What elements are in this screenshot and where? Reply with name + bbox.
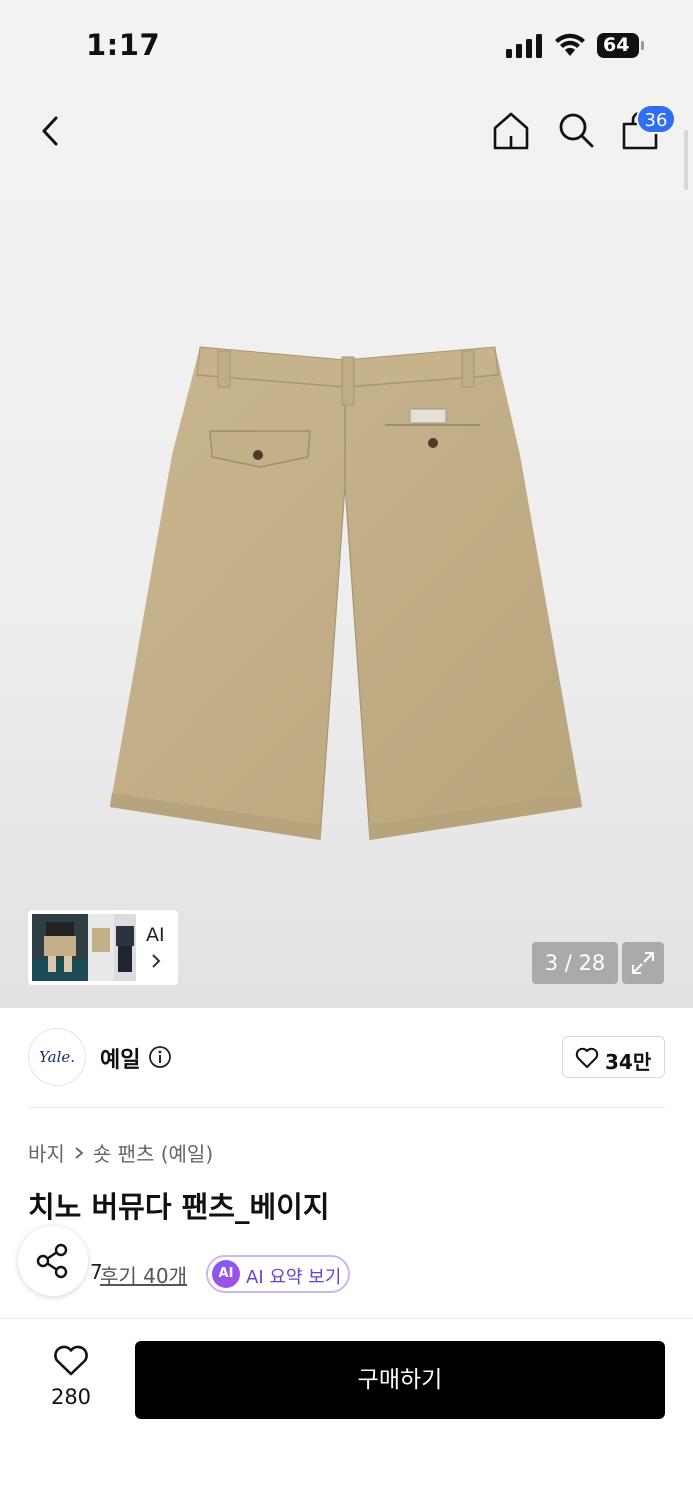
brand-logo[interactable]: Yale. — [28, 1028, 86, 1086]
brand-like-button[interactable]: 34만 — [562, 1036, 665, 1078]
chevron-right-icon — [75, 1146, 84, 1159]
expand-icon — [632, 952, 654, 974]
product-title: 치노 버뮤다 팬츠_베이지 — [28, 1190, 330, 1224]
cart-count-badge: 36 — [636, 104, 676, 134]
back-icon[interactable] — [34, 112, 68, 150]
search-icon[interactable] — [556, 110, 596, 150]
breadcrumb-category[interactable]: 바지 — [28, 1138, 65, 1167]
battery-icon: 64 — [597, 33, 645, 58]
cellular-signal-icon — [506, 34, 542, 58]
expand-button[interactable] — [622, 942, 664, 984]
review-count-link[interactable]: 후기 40개 — [100, 1260, 187, 1289]
share-icon — [36, 1243, 68, 1279]
wifi-icon — [555, 33, 585, 56]
buy-button[interactable]: 구매하기 — [135, 1341, 665, 1419]
bottom-action-bar: 280 구매하기 — [0, 1318, 693, 1500]
image-counter: 3 / 28 — [532, 942, 618, 984]
breadcrumb: 바지 숏 팬츠 (예일) — [28, 1138, 213, 1167]
top-nav — [0, 100, 693, 160]
ai-label: AI — [146, 924, 165, 946]
brand-like-count: 34만 — [605, 1050, 652, 1074]
styling-thumbnail — [32, 914, 136, 981]
ai-styling-card[interactable]: AI — [28, 910, 178, 985]
ai-badge-icon: AI — [212, 1260, 240, 1288]
info-icon[interactable] — [148, 1045, 172, 1069]
heart-icon — [54, 1345, 88, 1376]
product-gallery[interactable]: 1:17 64 36 AI 3 / 28 — [0, 0, 693, 1008]
ai-summary-button[interactable]: AI AI 요약 보기 — [206, 1255, 350, 1293]
brand-row: Yale. 예일 34만 — [0, 1008, 693, 1108]
status-bar: 1:17 64 — [0, 0, 693, 90]
divider — [28, 1107, 665, 1108]
home-icon[interactable] — [490, 110, 532, 152]
heart-icon — [575, 1047, 599, 1068]
status-time: 1:17 — [86, 28, 161, 62]
product-like-count: 280 — [50, 1385, 92, 1409]
product-image[interactable] — [100, 335, 590, 845]
breadcrumb-subcategory[interactable]: 숏 팬츠 (예일) — [93, 1138, 213, 1167]
battery-level: 64 — [603, 34, 630, 56]
share-button[interactable] — [18, 1226, 88, 1296]
chevron-right-icon — [152, 954, 161, 968]
brand-name[interactable]: 예일 — [100, 1042, 140, 1074]
scroll-indicator — [684, 130, 688, 190]
review-row: 7 후기 40개 AI AI 요약 보기 — [28, 1254, 668, 1294]
ai-summary-label: AI 요약 보기 — [246, 1267, 342, 1288]
product-like-button[interactable]: 280 — [40, 1345, 102, 1415]
